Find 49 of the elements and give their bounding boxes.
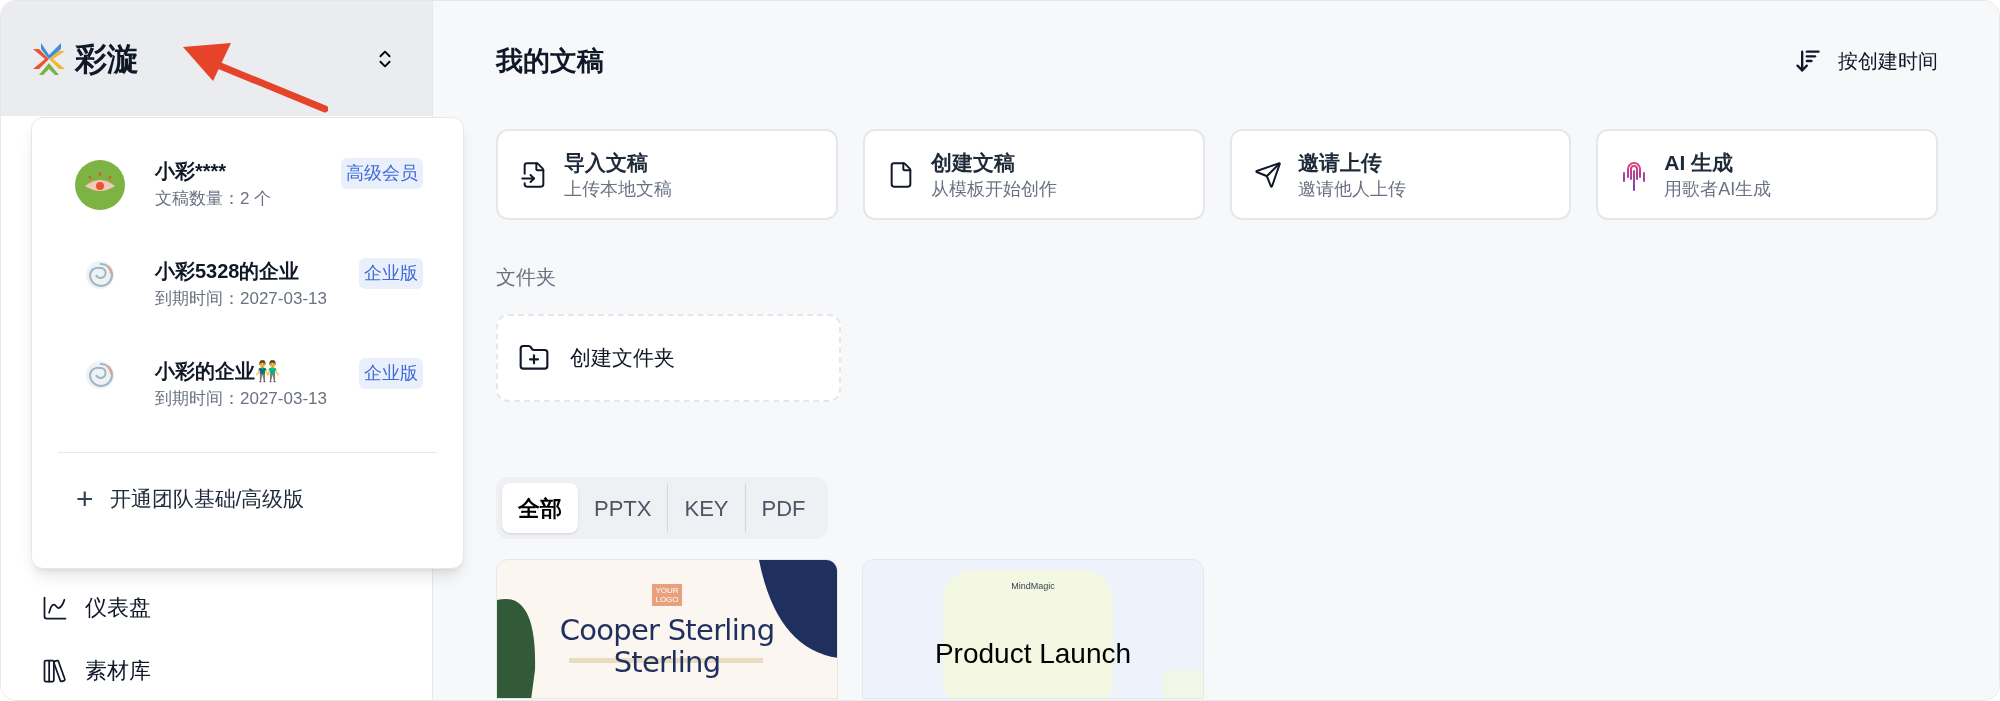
- paper-plane-icon: [1253, 160, 1282, 189]
- plan-tag: 企业版: [359, 358, 423, 389]
- card-title: 创建文稿: [930, 149, 1016, 176]
- plan-tag: 企业版: [359, 258, 423, 289]
- document-thumbnail[interactable]: MindMagic Product Launch: [862, 559, 1204, 699]
- filter-tab[interactable]: PDF: [745, 483, 822, 533]
- account-detail: 到期时间：2027-03-13: [155, 388, 328, 410]
- create-folder-card[interactable]: 创建文件夹: [496, 314, 841, 402]
- account-name: 小彩****: [155, 159, 228, 184]
- account-name: 小彩5328的企业: [155, 259, 301, 284]
- card-title: 邀请上传: [1297, 149, 1383, 176]
- account-detail: 到期时间：2027-03-13: [155, 288, 328, 310]
- slide-title: Cooper Sterling Sterling: [558, 614, 776, 678]
- sort-button[interactable]: 按创建时间: [1794, 46, 1938, 76]
- filter-tab[interactable]: 全部: [502, 483, 578, 533]
- action-card[interactable]: AI 生成 用歌者AI生成: [1596, 129, 1938, 220]
- filter-tab[interactable]: PPTX: [578, 483, 668, 533]
- swirl-icon: [85, 360, 115, 390]
- document-thumbnail[interactable]: YOUR LOGO Cooper Sterling Sterling: [496, 559, 838, 699]
- plan-tag: 高级会员: [341, 158, 423, 189]
- sidebar-item[interactable]: 仪表盘: [41, 591, 432, 624]
- avatar-icon: [75, 160, 125, 210]
- card-subtitle: 上传本地文稿: [564, 177, 672, 201]
- upgrade-item[interactable]: + 开通团队基础/高级版: [76, 483, 305, 515]
- plus-sign: +: [76, 483, 94, 514]
- swirl-icon: [85, 260, 115, 290]
- card-title: AI 生成: [1664, 149, 1735, 176]
- brand-text: MindMagic: [1011, 580, 1055, 593]
- account-item[interactable]: 小彩**** 文稿数量：2 个 高级会员: [32, 156, 463, 256]
- account-detail: 文稿数量：2 个: [155, 188, 273, 210]
- account-name: 小彩的企业👬: [155, 359, 281, 384]
- account-item[interactable]: 小彩5328的企业 到期时间：2027-03-13 企业版: [32, 256, 463, 356]
- account-item[interactable]: 小彩的企业👬 到期时间：2027-03-13 企业版: [32, 356, 463, 456]
- action-card[interactable]: 邀请上传 邀请他人上传: [1229, 129, 1572, 220]
- section-heading: 文件夹: [496, 265, 557, 290]
- card-title: 导入文稿: [564, 149, 649, 176]
- page-title: 我的文稿: [496, 44, 604, 78]
- slide-title: Product Launch: [934, 637, 1132, 670]
- brand-name: 彩漩: [75, 39, 139, 79]
- action-card[interactable]: 导入文稿 上传本地文稿: [496, 129, 838, 220]
- card-subtitle: 邀请他人上传: [1297, 177, 1406, 201]
- sidebar-item[interactable]: 素材库: [41, 654, 432, 687]
- filter-tab[interactable]: KEY: [668, 483, 745, 533]
- pointer-arrow-icon: [183, 43, 328, 113]
- card-subtitle: 用歌者AI生成: [1664, 177, 1772, 201]
- card-subtitle: 从模板开始创作: [930, 177, 1057, 201]
- action-card[interactable]: 创建文稿 从模板开始创作: [862, 129, 1205, 220]
- logo-placeholder: YOUR LOGO: [652, 584, 682, 606]
- workspace-switcher[interactable]: 彩漩: [1, 1, 432, 116]
